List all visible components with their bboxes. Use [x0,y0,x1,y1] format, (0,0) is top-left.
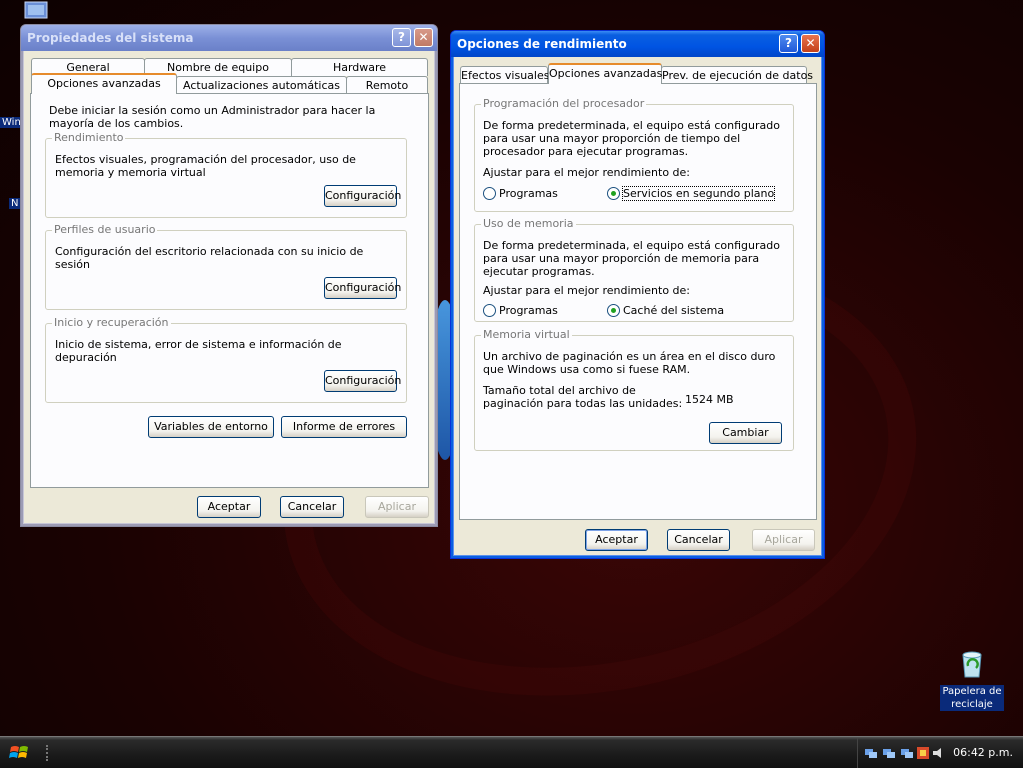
radio-checked-icon [607,304,620,317]
apply-button[interactable]: Aplicar [752,529,815,551]
ok-button[interactable]: Aceptar [197,496,261,518]
group-label: Memoria virtual [481,328,572,341]
virtual-memory-group: Memoria virtual Un archivo de paginación… [474,328,794,451]
profiles-settings-button[interactable]: Configuración [324,277,401,299]
tab-actualizaciones[interactable]: Actualizaciones automáticas [176,76,347,94]
taskbar: 06:42 p.m. [0,736,1023,768]
window-title: Propiedades del sistema [27,31,194,45]
radio-label: Caché del sistema [623,304,725,317]
taskbar-clock[interactable]: 06:42 p.m. [953,746,1013,759]
performance-settings-button[interactable]: Configuración [324,185,401,207]
tab-remoto[interactable]: Remoto [346,76,428,94]
startup-description: Inicio de sistema, error de sistema e in… [55,338,342,364]
help-icon: ? [785,36,792,50]
memory-system-cache-radio[interactable]: Caché del sistema [607,304,724,317]
performance-group: Rendimiento Efectos visuales, programaci… [45,131,407,218]
processor-description: De forma predeterminada, el equipo está … [483,119,780,158]
virtual-memory-description: Un archivo de paginación es un área en e… [483,350,776,376]
recycle-bin-icon [962,651,982,678]
close-icon: ✕ [805,36,816,50]
system-properties-titlebar[interactable]: Propiedades del sistema ? ✕ [21,25,437,51]
change-virtual-memory-button[interactable]: Cambiar [709,422,782,444]
memory-description: De forma predeterminada, el equipo está … [483,239,780,278]
group-label: Uso de memoria [481,217,576,230]
network-icon[interactable] [882,746,896,760]
close-button[interactable]: ✕ [801,34,820,53]
network-icon[interactable] [900,746,914,760]
close-icon: ✕ [418,30,429,44]
radio-label: Servicios en segundo plano [621,186,776,201]
tab-hardware[interactable]: Hardware [291,58,428,76]
user-profiles-group: Perfiles de usuario Configuración del es… [45,223,407,310]
memory-adjust-label: Ajustar para el mejor rendimiento de: [483,284,691,297]
radio-label: Programas [499,304,558,317]
error-reporting-button[interactable]: Informe de errores [281,416,407,438]
network-icon[interactable] [864,746,878,760]
profiles-description: Configuración del escritorio relacionada… [55,245,364,271]
system-properties-window: Propiedades del sistema ? ✕ Nombre de eq… [20,24,438,527]
radio-checked-icon [607,187,620,200]
taskbar-grip[interactable] [46,745,49,761]
radio-unchecked-icon [483,304,496,317]
performance-options-titlebar[interactable]: Opciones de rendimiento ? ✕ [451,31,824,57]
tab-opciones-avanzadas[interactable]: Opciones avanzadas [31,73,177,94]
memory-usage-group: Uso de memoria De forma predeterminada, … [474,217,794,322]
apply-button[interactable]: Aplicar [365,496,429,518]
radio-label: Programas [499,187,558,200]
radio-unchecked-icon [483,187,496,200]
processor-scheduling-group: Programación del procesador De forma pre… [474,97,794,212]
my-computer-icon[interactable] [22,0,52,24]
tab-opciones-avanzadas[interactable]: Opciones avanzadas [548,63,662,84]
advanced-panel: Debe iniciar la sesión como un Administr… [30,93,429,488]
help-icon: ? [398,30,405,44]
group-label: Perfiles de usuario [52,223,158,236]
close-button[interactable]: ✕ [414,28,433,47]
desktop-icon-label-partial[interactable]: N [9,198,21,209]
cancel-button[interactable]: Cancelar [280,496,344,518]
tab-prevencion-ejecucion-datos[interactable]: Prev. de ejecución de datos [661,66,813,84]
window-title: Opciones de rendimiento [457,37,627,51]
startup-settings-button[interactable]: Configuración [324,370,401,392]
group-label: Inicio y recuperación [52,316,171,329]
startup-recovery-group: Inicio y recuperación Inicio de sistema,… [45,316,407,403]
admin-notice: Debe iniciar la sesión como un Administr… [49,104,376,130]
environment-variables-button[interactable]: Variables de entorno [148,416,274,438]
start-button[interactable] [8,743,32,763]
security-shield-icon[interactable] [916,746,930,760]
ok-button[interactable]: Aceptar [585,529,648,551]
memory-programs-radio[interactable]: Programas [483,304,558,317]
tab-efectos-visuales[interactable]: Efectos visuales [460,66,549,84]
cancel-button[interactable]: Cancelar [667,529,730,551]
group-label: Rendimiento [52,131,126,144]
paging-file-total-label: Tamaño total del archivo de paginación p… [483,384,683,410]
system-tray: 06:42 p.m. [857,738,1023,768]
help-button[interactable]: ? [779,34,798,53]
recycle-bin-label: Papelera de reciclaje [940,685,1004,711]
help-button[interactable]: ? [392,28,411,47]
processor-programs-radio[interactable]: Programas [483,187,558,200]
volume-icon[interactable] [932,746,946,760]
performance-options-window: Opciones de rendimiento ? ✕ Efectos visu… [450,30,825,559]
recycle-bin[interactable]: Papelera de reciclaje [940,648,1004,711]
processor-adjust-label: Ajustar para el mejor rendimiento de: [483,166,691,179]
performance-description: Efectos visuales, programación del proce… [55,153,356,179]
performance-advanced-panel: Programación del procesador De forma pre… [459,83,817,520]
group-label: Programación del procesador [481,97,647,110]
paging-file-total-value: 1524 MB [685,393,734,406]
processor-background-services-radio[interactable]: Servicios en segundo plano [607,186,776,201]
